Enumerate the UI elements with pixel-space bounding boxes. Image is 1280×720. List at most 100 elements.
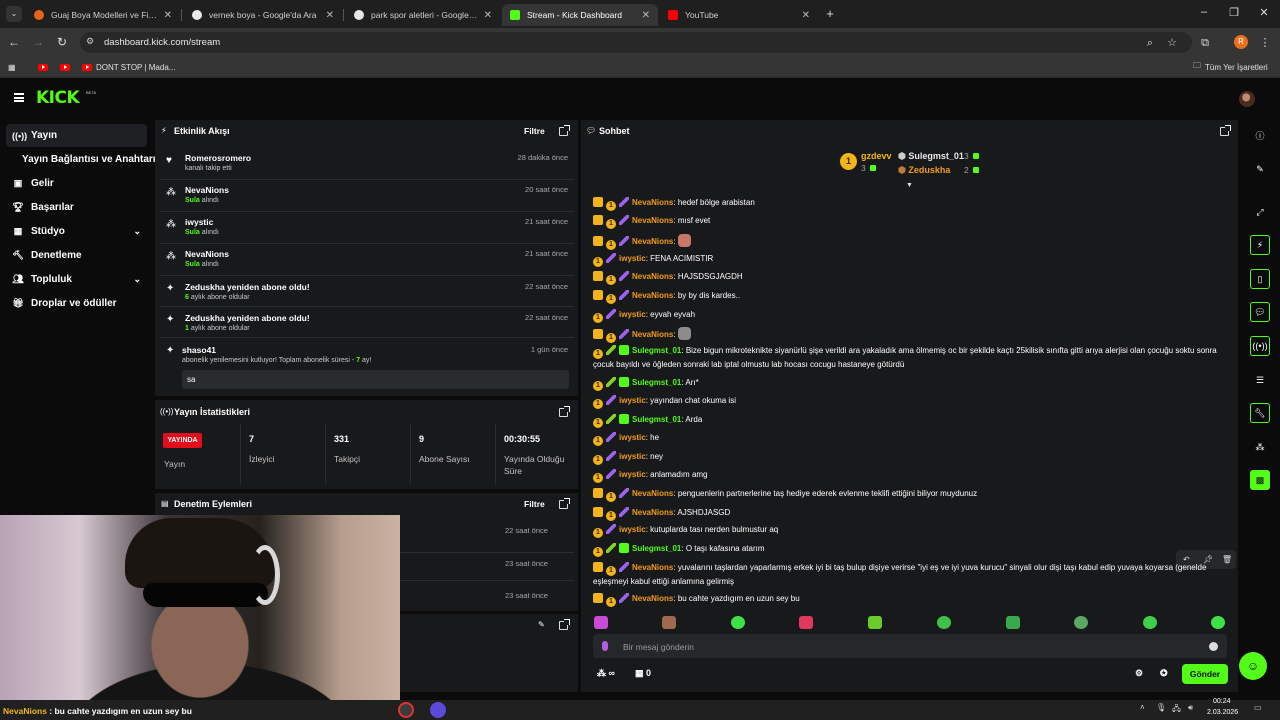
chat-username[interactable]: iwystic [619,470,646,479]
menu-kebab-icon[interactable]: ⋮ [1258,36,1272,50]
chat-message[interactable]: 1 NevaNions: [593,327,1233,343]
sidebar-item-basarilar[interactable]: 🏆︎ Başarılar [6,196,147,219]
close-icon[interactable]: ✕ [642,10,650,21]
moderation-filter-button[interactable]: Filtre [524,499,545,509]
bookmark-star-icon[interactable]: ☆ [1165,36,1179,50]
chat-username[interactable]: NevaNions [632,291,673,300]
popout-icon[interactable] [559,619,570,630]
all-bookmarks-folder[interactable]: 🗀 Tüm Yer İşaretleri [1193,61,1268,73]
chat-message[interactable]: 1 NevaNions: hedef bölge arabistan [593,197,1233,211]
emote-8[interactable] [1074,616,1088,629]
chat-message[interactable]: 1 iwystic: eyvah eyvah [593,309,1233,323]
chat-message[interactable]: 1 NevaNions: HAJSDSGJAGDH [593,271,1233,285]
close-icon[interactable]: ✕ [164,10,172,21]
edit-icon[interactable]: ✎ [538,620,545,629]
bookmark-dont-stop[interactable]: DONT STOP | Mada... [82,61,175,73]
chat-message[interactable]: 1 NevaNions: bu cahte yazdıgım en uzun se… [593,593,1233,607]
emote-10[interactable] [1211,616,1225,629]
close-icon[interactable]: ✕ [326,10,334,21]
chat-username[interactable]: NevaNions [632,489,673,498]
sidebar-item-studyo[interactable]: ▦ Stüdyo ⌄ [6,220,147,243]
card-icon[interactable]: ▯ [1250,269,1270,289]
notification-icon[interactable]: ▭ [1254,703,1262,712]
tab-search-button[interactable]: ⌄ [6,6,22,22]
chat-message[interactable]: 1 NevaNions: AJSHDJASGD [593,507,1233,521]
emote-9[interactable] [1143,616,1157,629]
chat-username[interactable]: NevaNions [632,508,673,517]
chat-message[interactable]: 1 NevaNions: yuvalarını taşlardan yaparla… [593,562,1233,587]
wrench-icon[interactable]: 🔧︎ [1250,403,1270,423]
sidebar-item-topluluk[interactable]: 👥︎ Topluluk ⌄ [6,268,147,291]
chat-icon[interactable]: 💬︎ [1250,302,1270,322]
chat-message[interactable]: 1 iwystic: yayından chat okuma isi [593,395,1233,409]
fullscreen-icon[interactable]: ⤢ [1250,202,1270,222]
chat-username[interactable]: Sulegmst_01 [632,378,681,387]
chat-username[interactable]: NevaNions [632,237,673,246]
browser-tab-1[interactable]: vernek boya - Google'da Ara ✕ [184,4,342,26]
emote-5[interactable] [868,616,882,629]
event-user[interactable]: NevaNions [185,185,229,195]
browser-tab-0[interactable]: Guaj Boya Modelleri ve Fiyatları ✕ [26,4,180,26]
chat-username[interactable]: NevaNions [632,330,673,339]
chat-message[interactable]: 1 Sulegmst_01: Bize bigun mikroteknikte s… [593,345,1233,370]
popout-icon[interactable] [1220,125,1231,136]
kick-logo[interactable]: KICK [36,88,80,108]
support-chat-icon[interactable]: ☺ [1239,652,1267,680]
chat-message[interactable]: 1 iwystic: he [593,432,1233,446]
chat-username[interactable]: iwystic [619,254,646,263]
network-icon[interactable]: 🖧︎ [1172,703,1181,717]
chat-username[interactable]: iwystic [619,396,646,405]
sidebar-item-stream-key[interactable]: Yayın Bağlantısı ve Anahtarı [22,154,156,165]
bookmark-youtube-2[interactable] [60,61,74,73]
chat-username[interactable]: Sulegmst_01 [632,346,681,355]
clock-date[interactable]: 2.03.2026 [1207,709,1238,716]
address-bar[interactable] [80,32,1192,53]
leaderboard-user-1[interactable]: gzdevv [861,151,892,161]
event-user[interactable]: NevaNions [185,249,229,259]
back-button[interactable]: ← [6,34,22,50]
close-window-button[interactable]: ✕ [1256,6,1272,19]
popout-icon[interactable] [559,406,570,417]
lightning-icon[interactable]: ⚡︎ [1250,235,1270,255]
taskbar-app-icon[interactable] [398,702,414,718]
chat-username[interactable]: iwystic [619,310,646,319]
settings-gear-icon[interactable]: ⚙ [1135,668,1143,679]
tray-arrow-icon[interactable]: ˄ [1140,703,1145,712]
popout-icon[interactable] [559,498,570,509]
chat-username[interactable]: iwystic [619,452,646,461]
taskbar-app-icon[interactable] [430,702,446,718]
emote-6[interactable] [937,616,951,629]
leaderboard-user-3[interactable]: ⬢ Zeduskha [898,165,950,176]
chat-message[interactable]: 1 iwystic: kutuplarda tası nerden bulmust… [593,524,1233,538]
event-user[interactable]: Romerosromero [185,153,251,163]
chat-message[interactable]: 1 NevaNions: by by dis kardes.. [593,290,1233,304]
chat-username[interactable]: NevaNions [632,198,673,207]
event-user[interactable]: shaso41 [182,345,216,355]
event-user[interactable]: iwystic [185,217,213,227]
broadcast-icon[interactable]: ((•)) [1250,336,1270,356]
extensions-icon[interactable]: ⧉ [1198,36,1212,50]
collapse-arrow-icon[interactable]: ▼ [906,182,914,189]
chat-message[interactable]: 1 Sulegmst_01: Arda [593,414,1233,428]
profile-avatar[interactable]: R [1234,35,1248,49]
chat-message[interactable]: 1 iwystic: FENA ACIMISTIR [593,253,1233,267]
activity-filter-button[interactable]: Filtre [524,126,545,136]
mic-icon[interactable]: 🎙︎ [1156,703,1166,712]
gift-bot-icon[interactable]: ✪ [1160,668,1168,679]
emote-3[interactable] [731,616,745,629]
chat-username[interactable]: NevaNions [632,563,673,572]
sidebar-item-denetleme[interactable]: 🔨︎ Denetleme [6,244,147,267]
chat-message[interactable]: 1 Sulegmst_01: O taşı kafasına atarım [593,543,1233,557]
chat-message[interactable]: 1 NevaNions: penguenlerin partnerlerine t… [593,488,1233,502]
edit-icon[interactable]: ✎ [1250,159,1270,179]
chat-username[interactable]: NevaNions [632,594,673,603]
clock-time[interactable]: 00:24 [1213,698,1231,705]
chat-username[interactable]: NevaNions [632,216,673,225]
chat-message[interactable]: 1 NevaNions: [593,234,1233,250]
chat-message[interactable]: 1 iwystic: ney [593,451,1233,465]
leaderboard-user-2[interactable]: ⬢ Sulegmst_01 [898,151,964,162]
new-tab-button[interactable]: + [822,6,838,22]
popout-icon[interactable] [559,125,570,136]
mic-icon[interactable] [602,641,608,651]
restore-button[interactable]: ❐ [1226,6,1242,19]
